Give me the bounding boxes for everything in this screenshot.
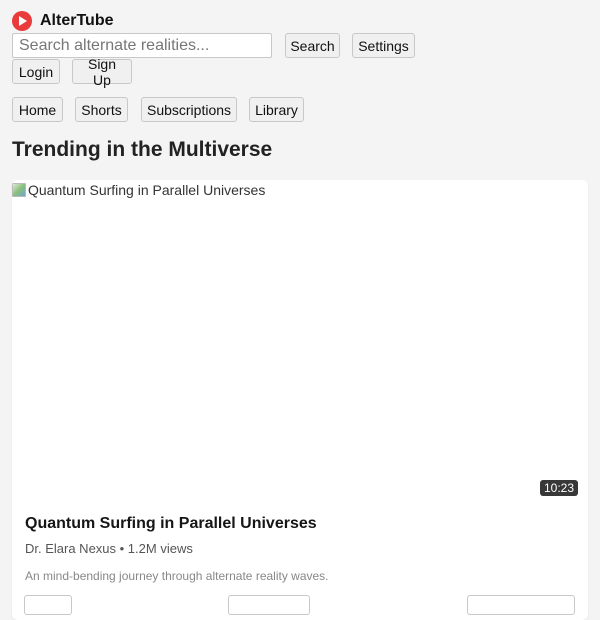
video-thumbnail[interactable]: Quantum Surfing in Parallel Universes 10… (12, 180, 588, 502)
duration-badge: 10:23 (539, 480, 578, 496)
nav-library[interactable]: Library (249, 97, 304, 122)
brand-name: AlterTube (40, 12, 114, 29)
thumbnail-alt-text: Quantum Surfing in Parallel Universes (28, 182, 266, 198)
signup-button[interactable]: Sign Up (72, 56, 132, 88)
broken-image-icon (12, 183, 26, 197)
card-action-button-2[interactable] (228, 595, 310, 615)
search-button[interactable]: Search (285, 33, 340, 58)
video-title[interactable]: Quantum Surfing in Parallel Universes (25, 515, 317, 533)
settings-button[interactable]: Settings (352, 33, 415, 58)
video-card[interactable]: Quantum Surfing in Parallel Universes 10… (12, 180, 588, 620)
nav-home[interactable]: Home (12, 97, 63, 122)
nav-subscriptions[interactable]: Subscriptions (141, 97, 237, 122)
nav-shorts[interactable]: Shorts (75, 97, 128, 122)
brand[interactable]: AlterTube (12, 11, 113, 31)
search-input[interactable] (12, 33, 272, 58)
main-nav: Home Shorts Subscriptions Library (0, 97, 600, 122)
thumbnail-fallback: Quantum Surfing in Parallel Universes (12, 182, 265, 198)
video-meta: Dr. Elara Nexus • 1.2M views (25, 541, 193, 556)
play-logo-icon (12, 11, 32, 31)
section-title: Trending in the Multiverse (12, 138, 273, 161)
video-description: An mind-bending journey through alternat… (25, 569, 329, 583)
card-action-button-3[interactable] (467, 595, 575, 615)
login-button[interactable]: Login (12, 59, 60, 84)
header: AlterTube Search Settings Login Sign Up (0, 0, 600, 90)
card-action-button-1[interactable] (24, 595, 72, 615)
